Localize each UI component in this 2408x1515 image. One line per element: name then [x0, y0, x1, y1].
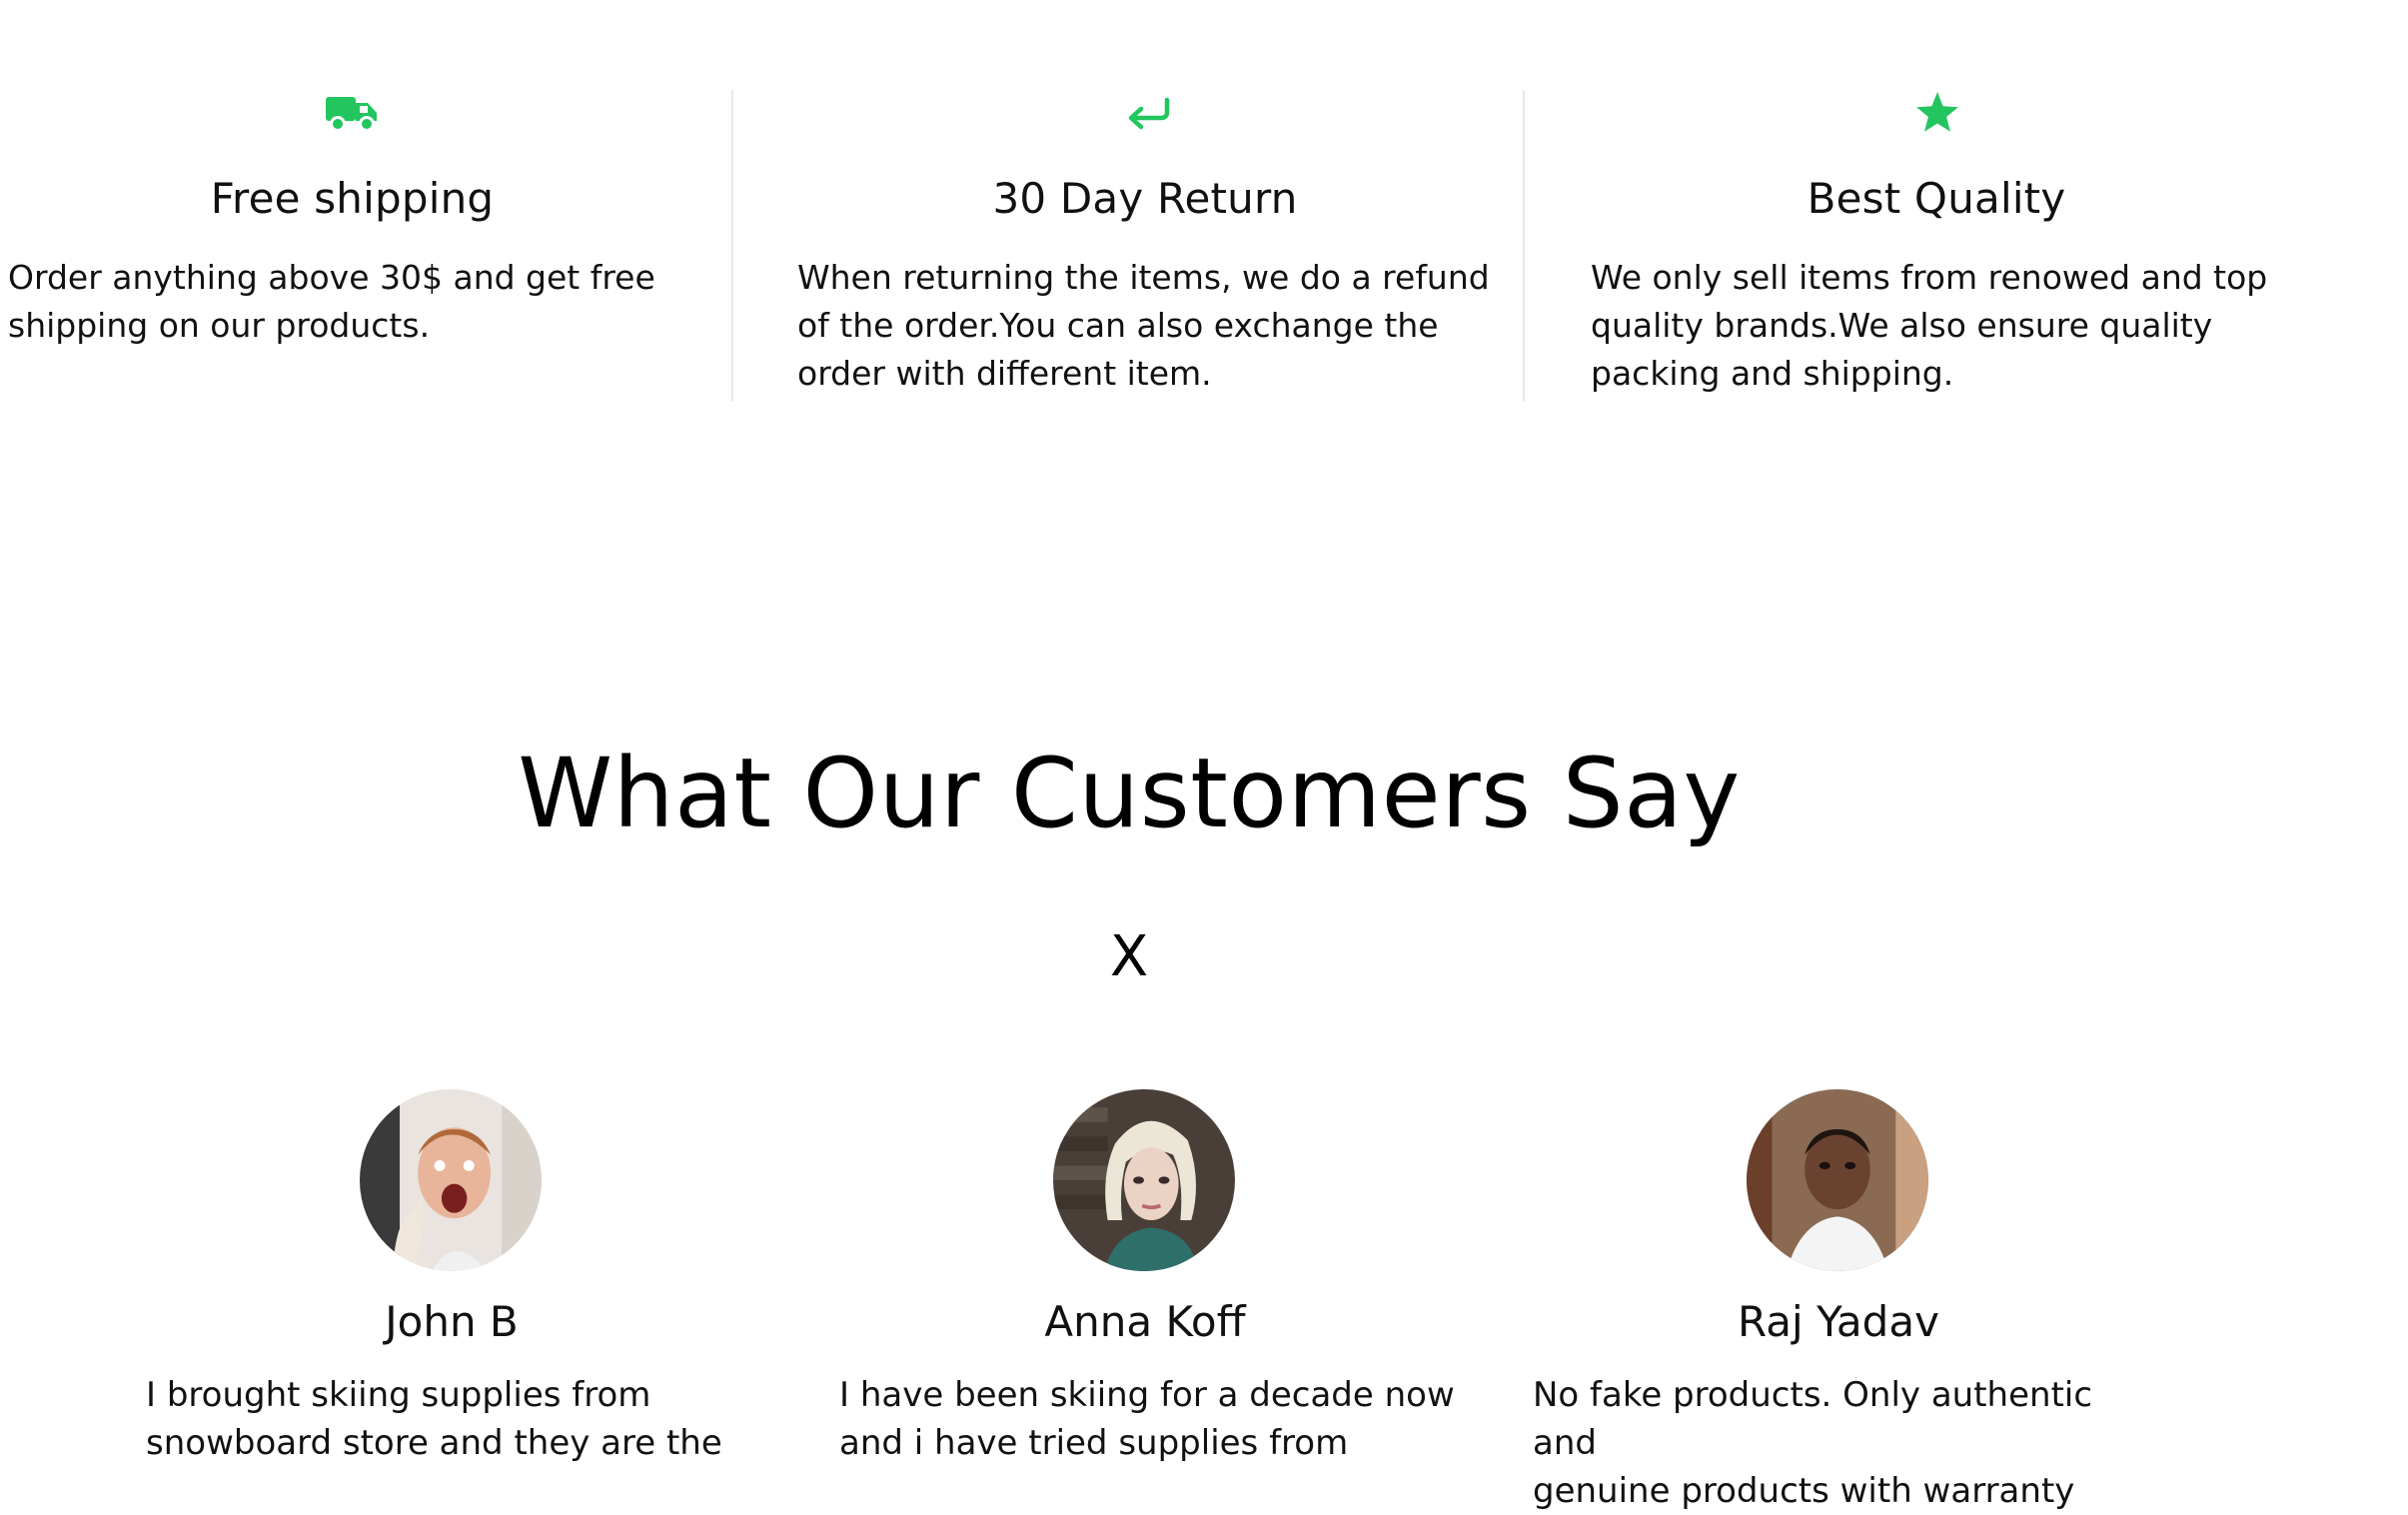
feature-title: 30 Day Return [992, 174, 1298, 223]
truck-icon [322, 88, 382, 138]
testimonial-text: I have been skiing for a decade now and … [839, 1375, 1455, 1463]
testimonial-text: No fake products. Only authentic and gen… [1533, 1375, 2093, 1511]
close-button[interactable]: X [1099, 927, 1159, 987]
testimonial-text: I brought skiing supplies from snowboard… [146, 1375, 722, 1463]
feature-free-shipping: Free shipping Order anything above 30$ a… [0, 88, 704, 408]
feature-title: Best Quality [1806, 174, 2066, 223]
feature-description: We only sell items from renowed and top … [1591, 258, 2268, 393]
testimonial-name: John B [385, 1297, 519, 1346]
feature-title: Free shipping [210, 174, 495, 223]
star-icon [1907, 88, 1967, 138]
testimonial-card: Anna Koff I have been skiing for a decad… [825, 1089, 1465, 1471]
avatar [1747, 1089, 1928, 1271]
divider [731, 90, 733, 402]
feature-description: Order anything above 30$ and get free sh… [8, 258, 655, 345]
section-title: What Our Customers Say [518, 738, 1741, 849]
feature-description: When returning the items, we do a refund… [797, 258, 1490, 393]
divider [1523, 90, 1525, 402]
avatar [360, 1089, 542, 1271]
testimonial-name: Anna Koff [1044, 1297, 1246, 1346]
testimonial-card: Raj Yadav No fake products. Only authent… [1519, 1089, 2158, 1511]
feature-best-quality: Best Quality We only sell items from ren… [1577, 88, 2296, 408]
avatar [1053, 1089, 1235, 1271]
testimonial-card: John B I brought skiing supplies from sn… [132, 1089, 771, 1471]
features-section: Free shipping Order anything above 30$ a… [0, 0, 2408, 420]
return-arrow-icon [1119, 88, 1179, 138]
feature-30-day-return: 30 Day Return When returning the items, … [785, 88, 1505, 408]
testimonial-name: Raj Yadav [1738, 1297, 1939, 1346]
